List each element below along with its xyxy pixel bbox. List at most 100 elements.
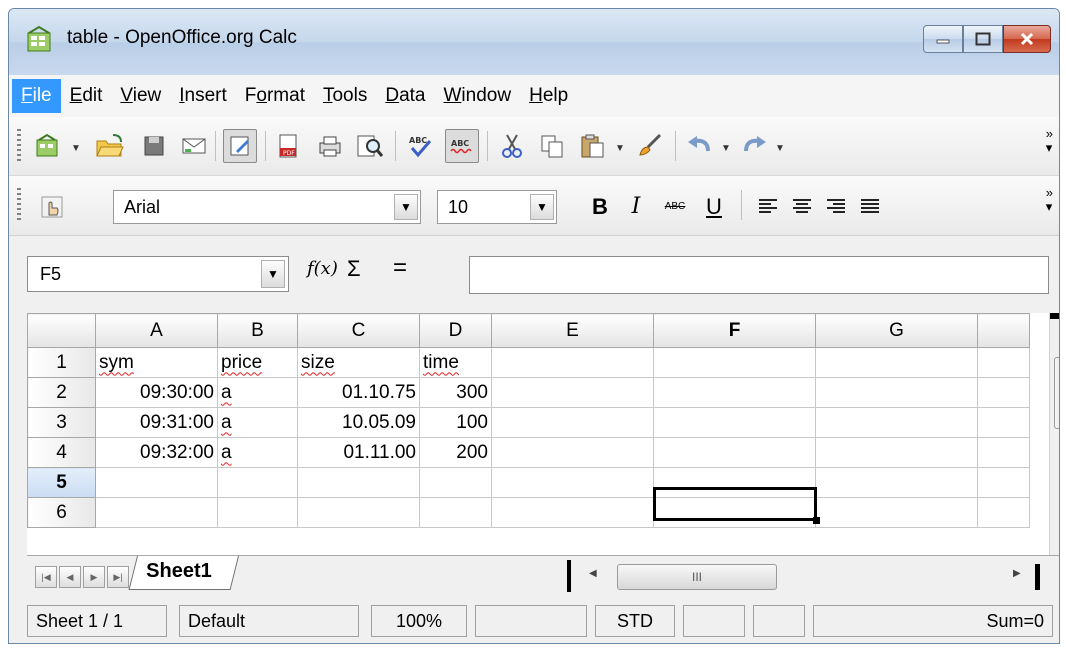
cell-h4[interactable] (977, 437, 1030, 468)
save-button[interactable] (137, 129, 171, 163)
name-box-dropdown-icon[interactable]: ▼ (261, 260, 285, 288)
toolbar-grip[interactable] (17, 188, 21, 222)
function-wizard-button[interactable]: f(x) (307, 258, 338, 279)
row-header[interactable]: 2 (27, 377, 96, 408)
cell-e4[interactable] (491, 437, 654, 468)
menu-insert[interactable]: Insert (170, 79, 236, 113)
menu-file[interactable]: File (12, 79, 61, 113)
cell-e3[interactable] (491, 407, 654, 438)
sheet-tab-sheet1[interactable]: Sheet1 (128, 556, 239, 590)
cell-g2[interactable] (815, 377, 978, 408)
cell-d5[interactable] (419, 467, 492, 498)
column-header-c[interactable]: C (297, 313, 420, 348)
column-header-a[interactable]: A (95, 313, 218, 348)
cell-d2[interactable]: 300 (419, 377, 492, 408)
tab-scroll-split-handle[interactable] (567, 560, 571, 592)
paste-dropdown-arrow[interactable]: ▼ (615, 143, 625, 154)
paste-button[interactable] (575, 129, 609, 163)
previous-sheet-icon[interactable]: ◀ (59, 566, 81, 588)
export-pdf-button[interactable]: PDF (271, 129, 305, 163)
new-document-button[interactable] (31, 129, 65, 163)
cell-b5[interactable] (217, 467, 298, 498)
next-sheet-icon[interactable]: ▶ (83, 566, 105, 588)
italic-button[interactable]: I (621, 190, 651, 224)
status-page-style[interactable]: Default (179, 605, 359, 637)
bold-button[interactable]: B (585, 190, 615, 224)
cell-e5[interactable] (491, 467, 654, 498)
last-sheet-icon[interactable]: ▶| (107, 566, 129, 588)
first-sheet-icon[interactable]: |◀ (35, 566, 57, 588)
scroll-right-icon[interactable]: ▶ (1013, 568, 1021, 579)
cell-a4[interactable]: 09:32:00 (95, 437, 218, 468)
cell-g6[interactable] (815, 497, 978, 528)
cell-g5[interactable] (815, 467, 978, 498)
cell-e2[interactable] (491, 377, 654, 408)
cell-h2[interactable] (977, 377, 1030, 408)
cell-c2[interactable]: 01.10.75 (297, 377, 420, 408)
column-header-b[interactable]: B (217, 313, 298, 348)
name-box[interactable]: F5 ▼ (27, 256, 289, 292)
sum-button[interactable]: Σ (347, 256, 361, 282)
toolbar-overflow-chevron-icon[interactable]: » ▾ (1046, 186, 1053, 214)
cell-h3[interactable] (977, 407, 1030, 438)
cell-h6[interactable] (977, 497, 1030, 528)
auto-spellcheck-button[interactable]: ABC (445, 129, 479, 163)
row-header[interactable]: 3 (27, 407, 96, 438)
align-center-button[interactable] (785, 190, 819, 224)
font-name-dropdown-icon[interactable]: ▼ (394, 194, 418, 220)
styles-formatting-button[interactable] (35, 190, 69, 224)
undo-dropdown-arrow[interactable]: ▼ (721, 143, 731, 154)
column-header-e[interactable]: E (491, 313, 654, 348)
menu-edit[interactable]: Edit (61, 79, 112, 113)
menu-view[interactable]: View (111, 79, 170, 113)
redo-button[interactable] (737, 129, 771, 163)
justify-button[interactable] (853, 190, 887, 224)
status-signature[interactable] (753, 605, 805, 637)
print-button[interactable] (313, 129, 347, 163)
cell-h5[interactable] (977, 467, 1030, 498)
undo-button[interactable] (683, 129, 717, 163)
status-zoom[interactable]: 100% (371, 605, 467, 637)
column-header-h[interactable] (977, 313, 1030, 348)
scroll-up-icon[interactable]: ▲ (1050, 335, 1059, 346)
cell-e6[interactable] (491, 497, 654, 528)
menu-tools[interactable]: Tools (314, 79, 376, 113)
font-size-combo[interactable]: 10 ▼ (437, 190, 557, 224)
cell-d3[interactable]: 100 (419, 407, 492, 438)
cell-f6[interactable] (653, 497, 816, 528)
copy-button[interactable] (535, 129, 569, 163)
row-header[interactable]: 6 (27, 497, 96, 528)
page-preview-button[interactable] (353, 129, 387, 163)
cell-c6[interactable] (297, 497, 420, 528)
font-size-dropdown-icon[interactable]: ▼ (530, 194, 554, 220)
cell-d1[interactable]: time (419, 347, 492, 378)
cell-a1[interactable]: sym (95, 347, 218, 378)
row-header[interactable]: 5 (27, 467, 96, 498)
cell-b6[interactable] (217, 497, 298, 528)
new-dropdown-arrow[interactable]: ▼ (71, 143, 81, 154)
cell-a5[interactable] (95, 467, 218, 498)
column-header-g[interactable]: G (815, 313, 978, 348)
cell-a6[interactable] (95, 497, 218, 528)
cell-f5[interactable] (653, 467, 816, 498)
select-all-corner[interactable] (27, 313, 96, 348)
underline-button[interactable]: U (699, 190, 729, 224)
spreadsheet-grid[interactable]: A B C D E F G 1 sym price size time 2 09… (27, 313, 1059, 555)
cell-a3[interactable]: 09:31:00 (95, 407, 218, 438)
font-name-combo[interactable]: Arial ▼ (113, 190, 421, 224)
row-header[interactable]: 1 (27, 347, 96, 378)
cell-d6[interactable] (419, 497, 492, 528)
minimize-button[interactable] (923, 25, 963, 53)
cell-c4[interactable]: 01.11.00 (297, 437, 420, 468)
cut-button[interactable] (495, 129, 529, 163)
cell-b1[interactable]: price (217, 347, 298, 378)
cell-h1[interactable] (977, 347, 1030, 378)
row-header[interactable]: 4 (27, 437, 96, 468)
cell-e1[interactable] (491, 347, 654, 378)
cell-b2[interactable]: a (217, 377, 298, 408)
cell-c3[interactable]: 10.05.09 (297, 407, 420, 438)
open-button[interactable] (93, 129, 127, 163)
close-button[interactable] (1003, 25, 1051, 53)
menu-help[interactable]: Help (520, 79, 577, 113)
spellcheck-button[interactable]: ABC (403, 129, 437, 163)
